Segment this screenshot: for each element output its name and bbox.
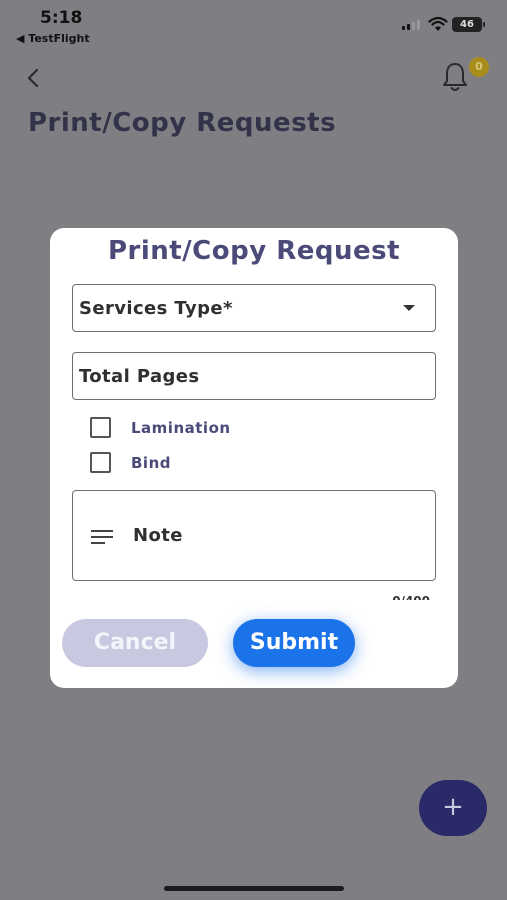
- total-pages-placeholder: Total Pages: [79, 365, 200, 387]
- battery-icon: 46: [452, 17, 485, 32]
- home-indicator: [164, 886, 344, 891]
- note-textarea[interactable]: Note: [72, 490, 436, 581]
- caret-down-icon: [403, 305, 415, 311]
- testflight-back-link[interactable]: ◀ TestFlight: [16, 32, 90, 45]
- submit-button[interactable]: Submit: [233, 619, 355, 667]
- note-label: Note: [133, 525, 183, 546]
- total-pages-input[interactable]: Total Pages: [72, 352, 436, 400]
- notes-lines-icon: [91, 530, 113, 544]
- notification-count-badge: 0: [469, 57, 489, 77]
- lamination-option[interactable]: Lamination: [90, 417, 231, 438]
- cellular-signal-icon: [402, 20, 420, 30]
- print-copy-request-dialog: Print/Copy Request Services Type* Total …: [50, 228, 458, 688]
- cancel-button[interactable]: Cancel: [62, 619, 208, 667]
- services-type-label: Services Type*: [79, 297, 233, 319]
- add-request-fab[interactable]: +: [419, 780, 487, 836]
- bell-icon[interactable]: [438, 60, 472, 94]
- note-character-counter: 0/400: [392, 592, 430, 600]
- status-time: 5:18: [40, 8, 83, 28]
- dialog-title: Print/Copy Request: [107, 236, 401, 266]
- lamination-label: Lamination: [131, 418, 231, 437]
- lamination-checkbox[interactable]: [90, 417, 111, 438]
- services-type-select[interactable]: Services Type*: [72, 284, 436, 332]
- bind-checkbox[interactable]: [90, 452, 111, 473]
- wifi-icon: [428, 16, 448, 31]
- bind-label: Bind: [131, 453, 171, 472]
- page-title: Print/Copy Requests: [28, 108, 337, 138]
- chevron-left-icon[interactable]: [22, 64, 46, 92]
- bind-option[interactable]: Bind: [90, 452, 171, 473]
